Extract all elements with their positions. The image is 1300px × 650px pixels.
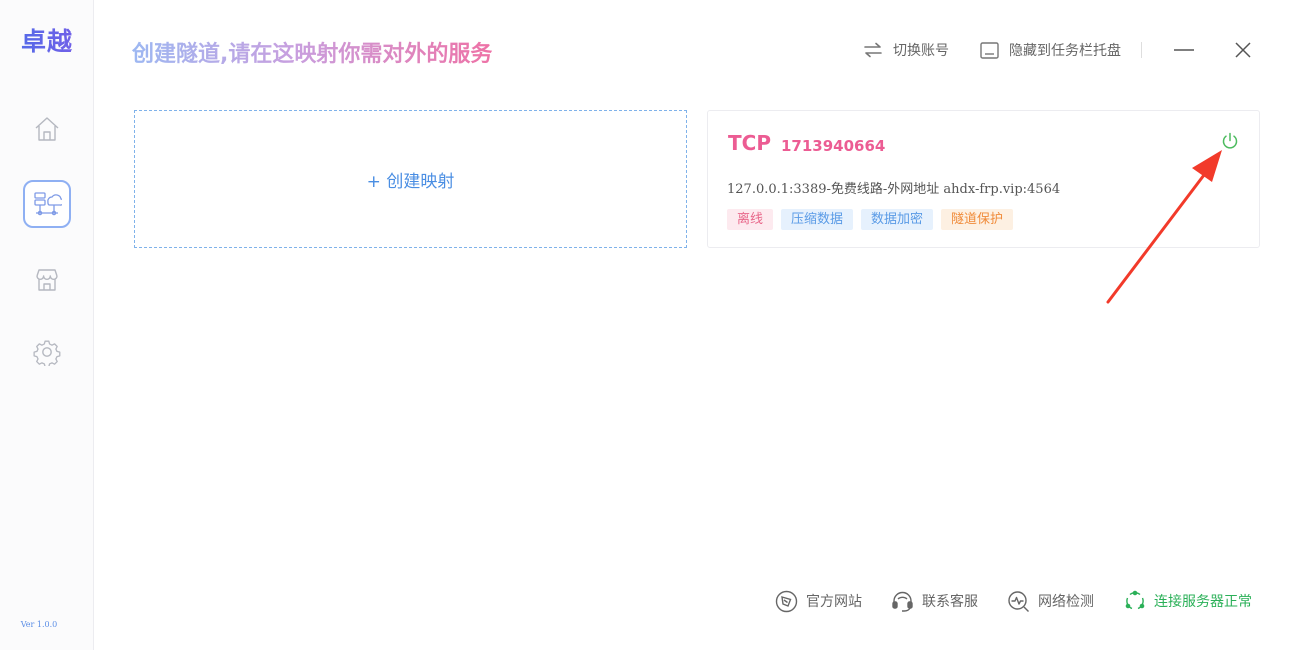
minimize-icon <box>1174 49 1194 51</box>
tunnel-tags: 离线 压缩数据 数据加密 隧道保护 <box>727 209 1014 230</box>
tunnel-id: 1713940664 <box>781 137 886 155</box>
compass-icon <box>775 590 798 612</box>
store-icon <box>36 269 58 291</box>
hide-to-tray-label: 隐藏到任务栏托盘 <box>1009 43 1121 59</box>
headset-icon <box>892 591 913 612</box>
tag-tunnel-protection: 隧道保护 <box>941 209 1014 230</box>
switch-account-label: 切换账号 <box>893 43 949 59</box>
sidebar-item-settings[interactable] <box>23 328 71 376</box>
tunnel-mapping-icon <box>34 192 62 216</box>
sidebar-item-home[interactable] <box>23 105 71 153</box>
close-icon <box>1235 42 1251 58</box>
minimize-button[interactable] <box>1171 38 1197 62</box>
header-divider <box>1141 42 1142 58</box>
tag-offline: 离线 <box>727 209 774 230</box>
gear-icon <box>33 340 61 366</box>
create-mapping-label: + 创建映射 <box>366 171 455 192</box>
sidebar: 卓越 Ver 1.0.0 <box>0 0 94 650</box>
network-check-link[interactable]: 网络检测 <box>1007 588 1094 614</box>
tag-compression: 压缩数据 <box>781 209 854 230</box>
server-status-label: 连接服务器正常 <box>1154 594 1252 610</box>
create-mapping-button[interactable]: + 创建映射 <box>134 110 687 248</box>
page-title: 创建隧道,请在这映射你需对外的服务 <box>132 36 492 68</box>
tunnel-address: 127.0.0.1:3389-免费线路-外网地址 ahdx-frp.vip:45… <box>727 182 1061 197</box>
network-check-label: 网络检测 <box>1038 594 1094 610</box>
server-status: 连接服务器正常 <box>1124 588 1252 614</box>
sidebar-item-tunnels[interactable] <box>23 180 71 228</box>
tunnel-protocol: TCP <box>728 131 771 155</box>
official-website-link[interactable]: 官方网站 <box>775 588 862 614</box>
swap-arrows-icon <box>864 42 882 58</box>
tunnel-power-button[interactable] <box>1219 130 1241 152</box>
tag-encryption: 数据加密 <box>861 209 934 230</box>
official-website-label: 官方网站 <box>806 594 862 610</box>
home-icon <box>35 117 59 141</box>
close-button[interactable] <box>1230 38 1256 62</box>
app-logo: 卓越 <box>0 22 94 58</box>
network-check-icon <box>1008 590 1029 612</box>
tray-icon <box>980 41 999 59</box>
annotation-arrow <box>1106 150 1222 304</box>
tunnel-card: TCP 1713940664 127.0.0.1:3389-免费线路-外网地址 … <box>707 110 1260 248</box>
version-label: Ver 1.0.0 <box>20 620 58 629</box>
sidebar-item-store[interactable] <box>23 256 71 304</box>
contact-support-label: 联系客服 <box>922 594 978 610</box>
power-icon <box>1222 132 1238 149</box>
contact-support-link[interactable]: 联系客服 <box>891 588 978 614</box>
hide-to-tray-button[interactable]: 隐藏到任务栏托盘 <box>980 36 1121 64</box>
switch-account-button[interactable]: 切换账号 <box>863 36 949 64</box>
connection-status-icon <box>1125 590 1145 610</box>
